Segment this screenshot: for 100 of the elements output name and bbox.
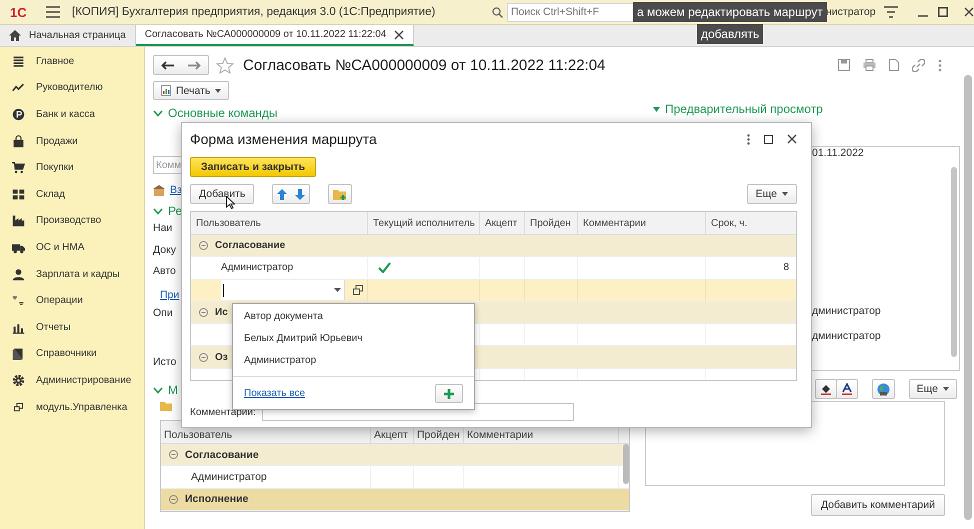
column-header: Пользователь [196, 218, 261, 228]
menu-icon[interactable] [46, 6, 60, 18]
up-arrow-icon [277, 188, 288, 200]
open-form-icon[interactable] [353, 285, 363, 296]
sidebar-item[interactable]: Продажи [36, 136, 78, 147]
sidebar-item[interactable]: Склад [36, 188, 65, 200]
chevron-icon [153, 208, 163, 214]
navigation-buttons[interactable] [153, 55, 209, 75]
preview-text: дминистратор [812, 305, 881, 317]
field-label: Наи [153, 222, 172, 234]
print-icon[interactable] [863, 59, 876, 71]
grid-icon [12, 188, 25, 201]
window-title: [КОПИЯ] Бухгалтерия предприятия, редакция 3.0 (1С:Предприятие) [72, 6, 436, 18]
column-header: Пройден [530, 218, 571, 228]
lines-icon [12, 54, 25, 68]
print-button[interactable]: Печать [153, 81, 230, 100]
close-icon[interactable] [394, 30, 404, 40]
fill-color-button[interactable] [814, 379, 837, 399]
link[interactable]: При [160, 289, 180, 301]
column-header: Акцепт [485, 218, 518, 228]
sidebar-item[interactable]: Руководителю [36, 82, 103, 94]
folder-icon [160, 401, 172, 411]
save-icon[interactable] [838, 59, 850, 71]
font-color-button[interactable] [836, 379, 858, 399]
sidebar-item[interactable]: ОС и НМА [36, 242, 84, 253]
sidebar-item[interactable]: Зарплата и кадры [36, 268, 120, 280]
field-label: Исто [153, 356, 176, 368]
section-header[interactable]: Основные команды [168, 106, 278, 120]
close-icon[interactable] [787, 134, 797, 144]
video-caption-tooltip: добавлять [697, 24, 764, 44]
column-header: Комментарии [583, 218, 646, 228]
logo: 1С [10, 4, 28, 20]
group-label: Исполнение [185, 493, 248, 506]
chevron-icon [153, 110, 163, 116]
sidebar-item[interactable]: Производство [36, 215, 102, 226]
field-label: Комментарии: [190, 406, 256, 418]
scrollbar [623, 444, 629, 484]
user-name: нистратор [826, 6, 876, 18]
list-item[interactable]: Белых Дмитрий Юрьевич [244, 332, 362, 344]
create-button[interactable] [435, 384, 463, 403]
home-icon [9, 30, 21, 41]
link[interactable]: Вз [170, 184, 182, 196]
document-title: Согласовать №СА000000009 от 10.11.2022 11:22:04 [243, 56, 606, 74]
sidebar-item[interactable]: Администрирование [36, 374, 132, 386]
search-field[interactable]: Поиск Ctrl+Shift+F [507, 2, 635, 22]
preview-text: дминистратор [812, 330, 881, 342]
more-button[interactable]: Еще [908, 379, 957, 399]
report-icon [161, 85, 171, 96]
column-header: Пройден [417, 429, 460, 443]
sidebar-item[interactable]: Справочники [36, 348, 97, 360]
caret-icon [215, 88, 222, 92]
close-icon[interactable] [964, 7, 974, 17]
collapse-icon [199, 352, 208, 362]
sidebar-item[interactable]: Отчеты [36, 322, 71, 333]
sidebar-item[interactable]: Главное [36, 56, 74, 67]
sidebar-item[interactable]: Покупки [36, 162, 74, 174]
collapse-icon [169, 494, 178, 504]
folder-button[interactable] [328, 184, 352, 204]
more-icon[interactable] [747, 134, 750, 144]
column-header: Пользователь [164, 429, 232, 443]
add-comment-button[interactable]: Добавить комментарий [810, 494, 945, 516]
globe-button[interactable] [872, 379, 895, 399]
user-input-field[interactable] [221, 280, 345, 300]
dropdown-icon[interactable] [334, 288, 341, 292]
show-all-link[interactable]: Показать все [244, 388, 306, 399]
tab[interactable]: Согласовать №СА000000009 от 10.11.2022 11:22:04 [136, 25, 414, 46]
save-and-close-button[interactable]: Записать и закрыть [190, 157, 316, 177]
field-label: Авто [153, 265, 176, 277]
collapse-icon [199, 241, 208, 250]
plus-icon [444, 388, 454, 398]
ledger-icon [12, 294, 25, 308]
caret-icon [782, 192, 788, 196]
document-icon[interactable] [889, 59, 899, 71]
dialog-title: Форма изменения маршрута [190, 131, 377, 147]
maximize-icon[interactable] [938, 7, 948, 17]
more-button[interactable]: Еще [746, 184, 797, 204]
table-cell: 8 [783, 262, 789, 274]
coin-icon [12, 108, 25, 121]
group-label: Ис [215, 307, 228, 318]
table-cell: Администратор [191, 470, 267, 483]
section-header[interactable]: Ре [168, 204, 182, 218]
section-header[interactable]: Предварительный просмотр [665, 102, 823, 116]
link-icon[interactable] [912, 58, 925, 72]
add-button[interactable]: Добавить [190, 184, 254, 204]
section-header[interactable]: М [168, 383, 178, 397]
factory-icon [12, 214, 25, 228]
list-item[interactable]: Администратор [244, 354, 316, 366]
chevron-icon [153, 386, 163, 394]
search-icon [492, 6, 503, 18]
list-item[interactable]: Автор документа [244, 310, 323, 322]
maximize-icon[interactable] [764, 134, 773, 144]
group-label: Оз [215, 352, 228, 363]
sidebar-item[interactable]: Банк и касса [36, 108, 95, 120]
tab[interactable]: Начальная страница [0, 25, 136, 46]
person-icon [12, 268, 25, 281]
star-icon[interactable] [216, 56, 234, 74]
chevron-icon [653, 106, 660, 112]
sidebar-item[interactable]: Операции [36, 295, 83, 306]
move-buttons[interactable] [272, 184, 310, 204]
sidebar-item[interactable]: модуль.Управленка [36, 402, 128, 413]
